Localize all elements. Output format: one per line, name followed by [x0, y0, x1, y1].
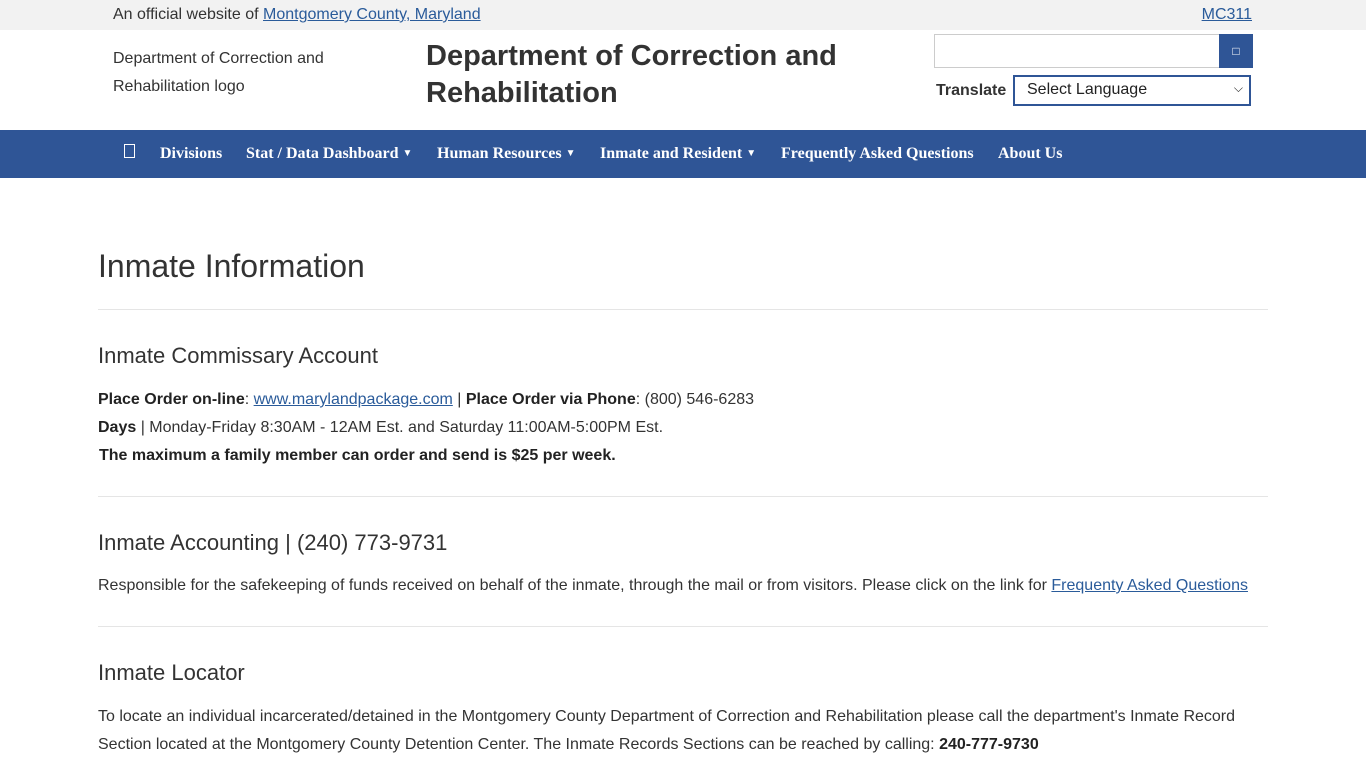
nav-item-human-resources[interactable]: Human Resources ▼ [437, 145, 576, 163]
locator-phone: 240-777-9730 [939, 736, 1039, 753]
divider [98, 626, 1268, 627]
main-navigation: Divisions Stat / Data Dashboard ▼ Human R… [0, 130, 1366, 178]
caret-down-icon: ▼ [746, 148, 757, 159]
divider [98, 496, 1268, 497]
order-online-label: Place Order on-line [98, 391, 245, 408]
nav-item-label: Inmate and Resident [600, 145, 743, 162]
site-header: Department of Correction and Rehabilitat… [0, 30, 1366, 130]
caret-down-icon: ▼ [565, 148, 576, 159]
commissary-days-line: Days | Monday-Friday 8:30AM - 12AM Est. … [98, 418, 663, 438]
home-icon[interactable] [124, 144, 135, 158]
accounting-text: Responsible for the safekeeping of funds… [98, 576, 1248, 596]
faq-link[interactable]: Frequenty Asked Questions [1051, 577, 1248, 594]
nav-item-label: About Us [998, 145, 1063, 162]
nav-item-about-us[interactable]: About Us [998, 145, 1062, 163]
mc311-link[interactable]: MC311 [1202, 6, 1252, 24]
nav-item-stat-data-dashboard[interactable]: Stat / Data Dashboard ▼ [246, 145, 412, 163]
commissary-max-note: The maximum a family member can order an… [99, 446, 616, 466]
nav-item-divisions[interactable]: Divisions [160, 145, 222, 163]
translate-label: Translate [936, 82, 1007, 99]
language-select[interactable]: Select Language ⌵ [1013, 75, 1251, 106]
county-link[interactable]: Montgomery County, Maryland [263, 6, 481, 23]
official-prefix: An official website of [113, 6, 259, 23]
nav-item-label: Frequently Asked Questions [781, 145, 974, 162]
nav-item-label: Stat / Data Dashboard [246, 145, 399, 162]
divider [98, 309, 1268, 310]
order-phone-label: Place Order via Phone [465, 391, 636, 408]
search-icon: □ [1232, 44, 1240, 58]
language-selected-value: Select Language [1027, 81, 1148, 98]
order-phone-value: : (800) 546-6283 [635, 391, 755, 408]
accounting-title: Inmate Accounting | (240) 773-9731 [98, 530, 448, 555]
search-button[interactable]: □ [1219, 34, 1253, 68]
commissary-order-line: Place Order on-line: www.marylandpackage… [98, 391, 755, 408]
caret-down-icon: ▼ [402, 148, 413, 159]
nav-item-label: Human Resources [437, 145, 562, 162]
department-logo[interactable]: Department of Correction and Rehabilitat… [113, 45, 383, 101]
site-title[interactable]: Department of Correction and Rehabilitat… [426, 38, 906, 112]
locator-text: To locate an individual incarcerated/det… [98, 703, 1258, 759]
marylandpackage-link[interactable]: www.marylandpackage.com [254, 391, 453, 408]
search-input[interactable] [934, 34, 1220, 68]
commissary-title: Inmate Commissary Account [98, 343, 378, 368]
max-note-text: The maximum a family member can order an… [99, 447, 616, 464]
days-label: Days [98, 419, 137, 436]
locator-title: Inmate Locator [98, 660, 245, 685]
nav-item-faq[interactable]: Frequently Asked Questions [781, 145, 974, 163]
locator-description: To locate an individual incarcerated/det… [98, 708, 1236, 753]
official-text: An official website of Montgomery County… [113, 6, 481, 24]
page-title: Inmate Information [98, 248, 365, 284]
official-banner: An official website of Montgomery County… [0, 0, 1366, 30]
days-value: | Monday-Friday 8:30AM - 12AM Est. and S… [136, 419, 664, 436]
nav-item-label: Divisions [160, 145, 223, 162]
accounting-description: Responsible for the safekeeping of funds… [98, 577, 1052, 594]
logo-alt-text: Department of Correction and Rehabilitat… [113, 50, 324, 95]
chevron-down-icon: ⌵ [1233, 81, 1243, 95]
nav-item-inmate-and-resident[interactable]: Inmate and Resident ▼ [600, 145, 756, 163]
